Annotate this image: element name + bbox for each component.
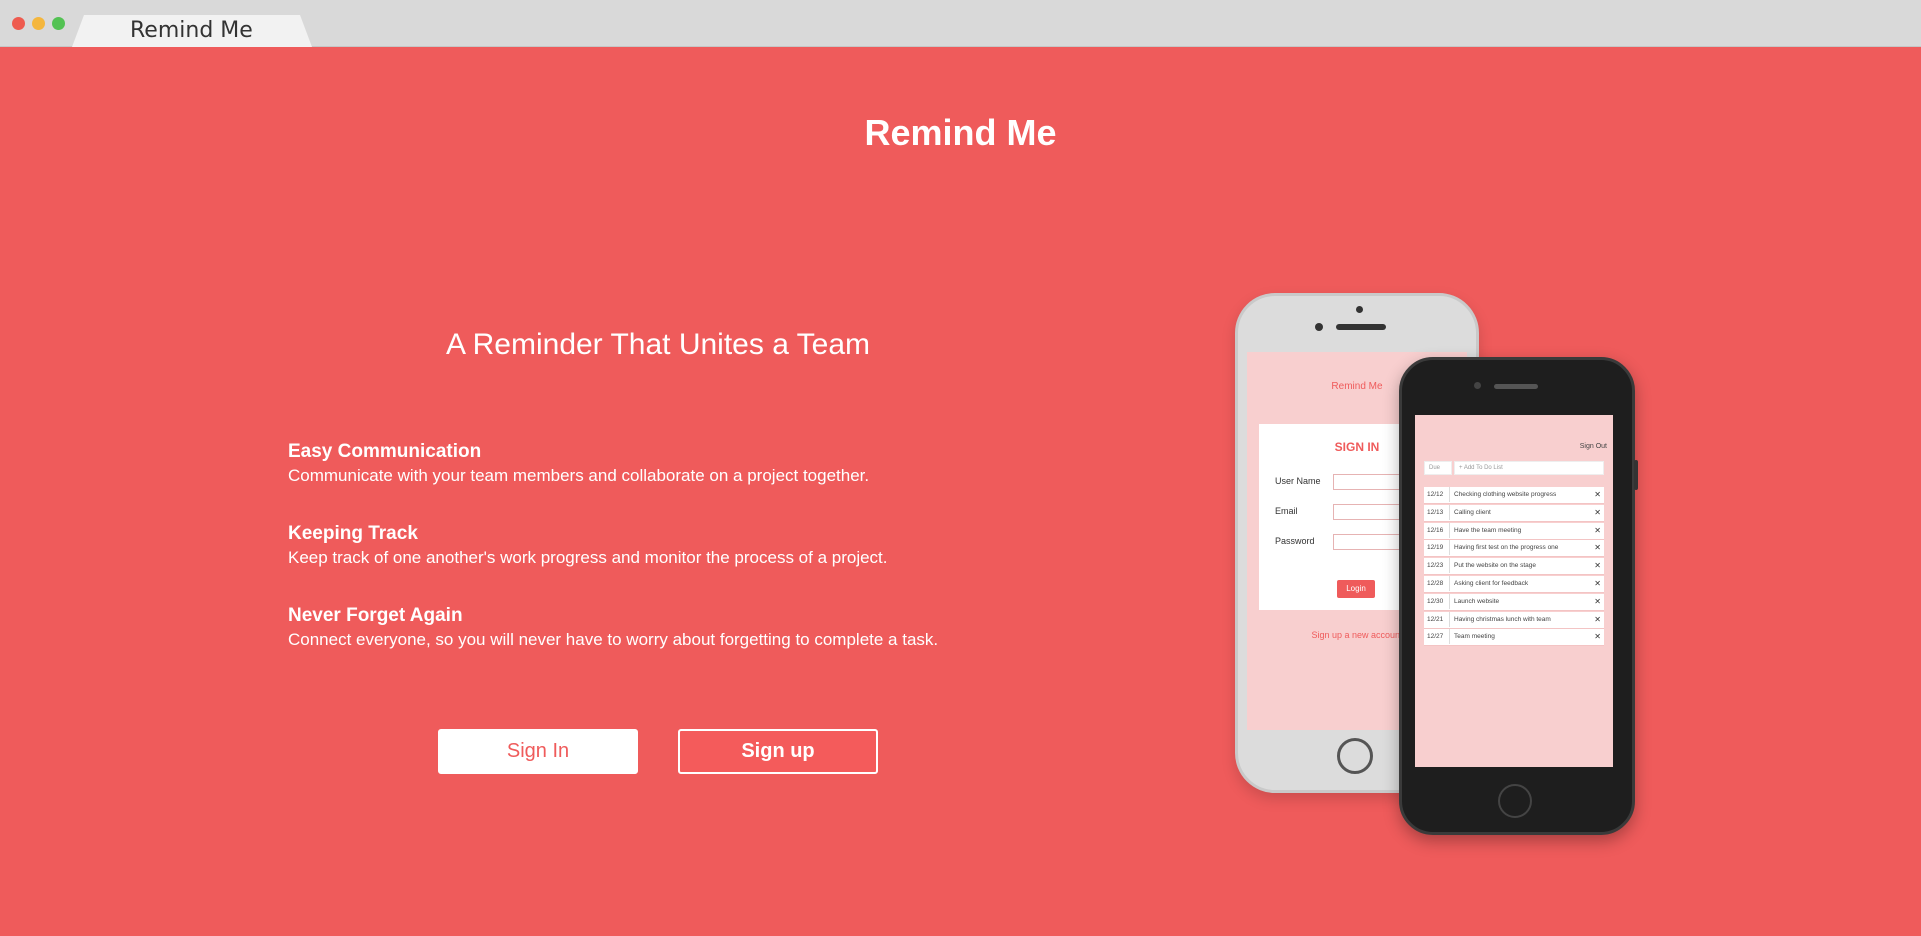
todo-text: Put the website on the stage xyxy=(1454,562,1537,570)
minimize-window-button[interactable] xyxy=(32,17,45,30)
mockup-login-button: Login xyxy=(1337,580,1375,598)
todo-text: Calling client xyxy=(1454,508,1491,516)
todo-text: Launch website xyxy=(1454,597,1500,605)
todo-row: 12/13 Calling client ✕ xyxy=(1424,504,1604,522)
speaker-icon xyxy=(1336,324,1386,330)
side-button xyxy=(1634,460,1638,490)
todo-text: Having first test on the progress one xyxy=(1454,544,1559,552)
todo-date: 12/13 xyxy=(1427,504,1450,520)
delete-icon: ✕ xyxy=(1594,561,1601,571)
mockup-signout-link: Sign Out xyxy=(1579,443,1607,450)
mockup-add-field: + Add To Do List xyxy=(1454,461,1604,475)
todo-text: Asking client for feedback xyxy=(1454,579,1529,587)
todo-row: 12/27 Team meeting ✕ xyxy=(1424,629,1604,647)
delete-icon: ✕ xyxy=(1594,507,1601,517)
phone-mockup-todo: Sign Out Due + Add To Do List 12/12 Check… xyxy=(1399,357,1638,835)
todo-row: 12/21 Having christmas lunch with team ✕ xyxy=(1424,611,1604,629)
delete-icon: ✕ xyxy=(1594,525,1601,535)
home-button-icon xyxy=(1498,784,1532,818)
mockup-due-field: Due xyxy=(1424,461,1452,475)
todo-text: Having christmas lunch with team xyxy=(1454,615,1551,623)
feature-item: Easy Communication Communicate with your… xyxy=(288,440,1048,522)
mockup-add-row: Due + Add To Do List xyxy=(1424,461,1604,475)
feature-description: Communicate with your team members and c… xyxy=(288,466,870,485)
todo-date: 12/30 xyxy=(1427,593,1450,609)
mockup-label-email: Email xyxy=(1275,506,1298,516)
feature-description: Keep track of one another's work progres… xyxy=(288,548,888,567)
todo-date: 12/23 xyxy=(1427,558,1450,574)
todo-row: 12/19 Having first test on the progress o… xyxy=(1424,540,1604,558)
todo-date: 12/12 xyxy=(1427,487,1450,502)
todo-row: 12/16 Have the team meeting ✕ xyxy=(1424,522,1604,540)
todo-row: 12/28 Asking client for feedback ✕ xyxy=(1424,575,1604,593)
close-window-button[interactable] xyxy=(12,17,25,30)
feature-title: Easy Communication xyxy=(288,441,482,462)
delete-icon: ✕ xyxy=(1594,632,1601,642)
todo-date: 12/21 xyxy=(1427,611,1450,627)
front-camera-icon xyxy=(1356,306,1363,313)
phone-screen: Sign Out Due + Add To Do List 12/12 Check… xyxy=(1415,415,1613,767)
browser-chrome: Remind Me xyxy=(0,0,1921,47)
todo-text: Team meeting xyxy=(1454,633,1495,641)
todo-text: Have the team meeting xyxy=(1454,526,1522,534)
delete-icon: ✕ xyxy=(1594,543,1601,553)
home-button-icon xyxy=(1337,738,1373,774)
delete-icon: ✕ xyxy=(1594,614,1601,624)
feature-list: Easy Communication Communicate with your… xyxy=(288,440,1048,686)
feature-item: Never Forget Again Connect everyone, so … xyxy=(288,604,1048,686)
headline: A Reminder That Unites a Team xyxy=(445,328,871,361)
sign-up-button[interactable]: Sign up xyxy=(678,729,878,774)
sign-in-button[interactable]: Sign In xyxy=(438,729,638,774)
todo-date: 12/28 xyxy=(1427,575,1450,591)
todo-date: 12/16 xyxy=(1427,522,1450,538)
feature-description: Connect everyone, so you will never have… xyxy=(288,630,939,649)
todo-row: 12/12 Checking clothing website progress ✕ xyxy=(1424,487,1604,504)
camera-icon xyxy=(1474,382,1481,389)
feature-title: Keeping Track xyxy=(288,523,418,544)
feature-item: Keeping Track Keep track of one another'… xyxy=(288,522,1048,604)
todo-date: 12/27 xyxy=(1427,629,1450,645)
todo-row: 12/23 Put the website on the stage ✕ xyxy=(1424,558,1604,576)
camera-icon xyxy=(1315,323,1323,331)
delete-icon: ✕ xyxy=(1594,490,1601,499)
feature-title: Never Forget Again xyxy=(288,605,463,626)
todo-date: 12/19 xyxy=(1427,540,1450,556)
delete-icon: ✕ xyxy=(1594,596,1601,606)
speaker-icon xyxy=(1494,384,1538,389)
todo-text: Checking clothing website progress xyxy=(1454,491,1557,498)
mockup-label-username: User Name xyxy=(1275,476,1321,486)
mockup-todo-list: 12/12 Checking clothing website progress ✕… xyxy=(1424,487,1604,647)
delete-icon: ✕ xyxy=(1594,578,1601,588)
mockup-label-password: Password xyxy=(1275,536,1315,546)
maximize-window-button[interactable] xyxy=(52,17,65,30)
browser-tab[interactable]: Remind Me xyxy=(72,15,312,47)
app-title: Remind Me xyxy=(864,112,1057,153)
todo-row: 12/30 Launch website ✕ xyxy=(1424,593,1604,611)
tab-title: Remind Me xyxy=(130,18,253,43)
